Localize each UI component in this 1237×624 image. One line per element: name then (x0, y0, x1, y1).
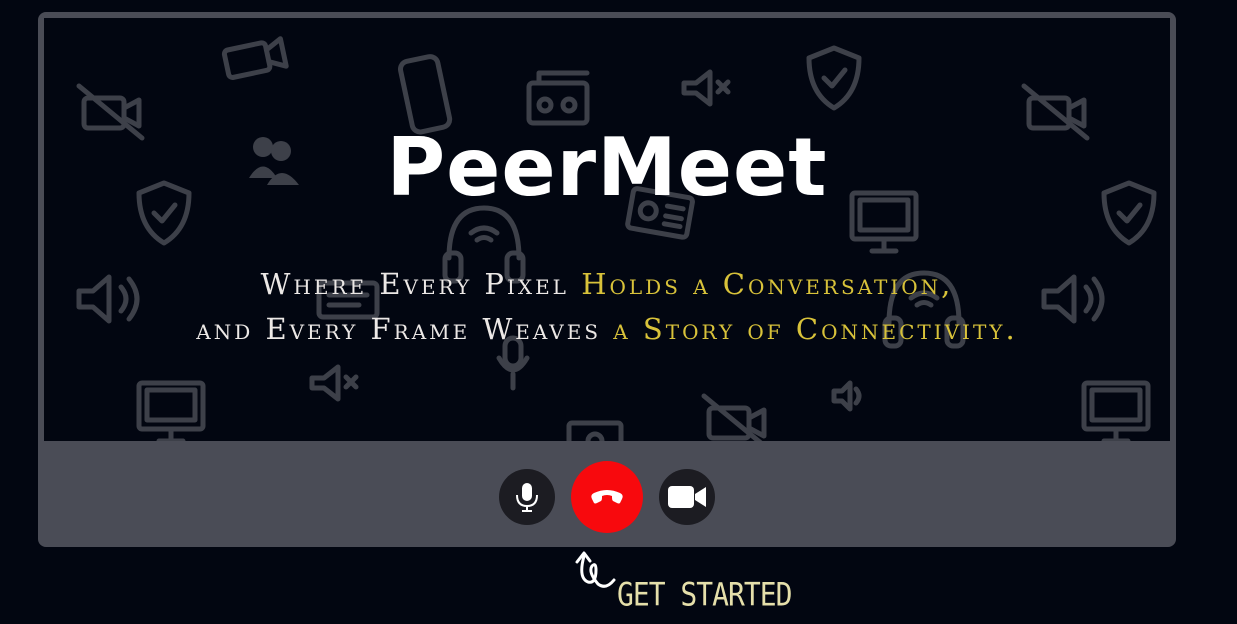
tagline-line-2-plain: and Every Frame Weaves (196, 312, 614, 346)
tagline-line-2: and Every Frame Weaves a Story of Connec… (44, 307, 1170, 352)
tagline-line-2-highlight: a Story of Connectivity. (613, 312, 1018, 346)
radio-icon (526, 70, 590, 126)
call-controls-bar (38, 441, 1176, 547)
camera-toggle-button[interactable] (659, 469, 715, 525)
app-title: PeerMeet (386, 121, 828, 214)
monitor-icon (1081, 380, 1151, 441)
video-off-icon (701, 393, 767, 441)
get-started-cta[interactable]: GET STARTED (574, 548, 834, 618)
speaker-mute-icon (681, 69, 731, 107)
curly-arrow-up-icon (575, 551, 616, 588)
video-screen: PeerMeet Where Every Pixel Holds a Conve… (44, 18, 1170, 441)
tagline-line-1: Where Every Pixel Holds a Conversation, (44, 262, 1170, 307)
speaker-icon (831, 380, 862, 412)
microphone-icon (516, 483, 538, 512)
phone-hangup-icon (591, 490, 623, 504)
speaker-mute-icon (309, 364, 359, 402)
video-call-window: PeerMeet Where Every Pixel Holds a Conve… (38, 12, 1176, 547)
tagline-line-1-plain: Where Every Pixel (260, 267, 582, 301)
get-started-label[interactable]: GET STARTED (617, 576, 792, 614)
tagline: Where Every Pixel Holds a Conversation, … (44, 262, 1170, 352)
end-call-button[interactable] (571, 461, 643, 533)
mic-toggle-button[interactable] (499, 469, 555, 525)
tagline-line-1-highlight: Holds a Conversation, (581, 267, 954, 301)
icon-pattern-background (76, 36, 1157, 441)
picture-icon (566, 420, 624, 441)
video-camera-icon (668, 486, 706, 508)
monitor-icon (136, 380, 206, 441)
video-camera-icon (221, 36, 289, 80)
shield-icon (806, 45, 862, 111)
